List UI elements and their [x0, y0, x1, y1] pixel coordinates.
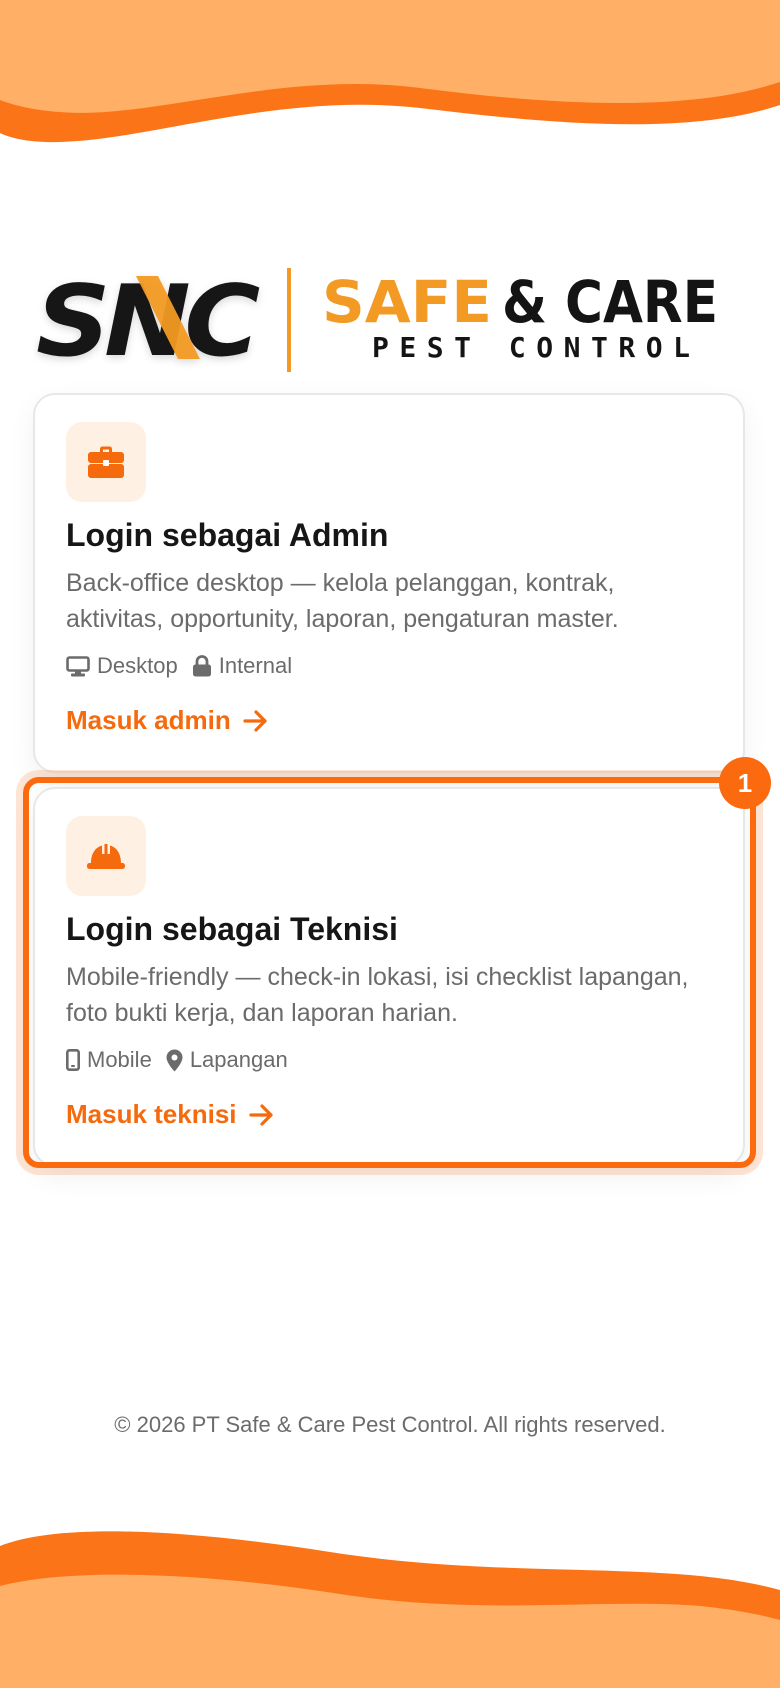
masuk-admin-label: Masuk admin: [66, 705, 231, 735]
masuk-admin-link[interactable]: Masuk admin: [66, 705, 269, 736]
admin-login-card[interactable]: Login sebagai Admin Back-office desktop …: [33, 393, 745, 773]
snc-safe-care-logo: SNC SAFE & CARE PEST CONTROL: [36, 265, 718, 377]
tag-internal-label: Internal: [218, 653, 293, 678]
admin-icon-box: [66, 422, 146, 502]
admin-card-tags: Desktop Internal: [66, 653, 306, 679]
teknisi-card-highlight: [23, 777, 756, 1168]
bottom-wave-decoration: [0, 1531, 780, 1688]
admin-card-description: Back-office desktop — kelola pelanggan, …: [66, 569, 619, 633]
tag-internal: Internal: [192, 653, 292, 679]
svg-text:SAFE: SAFE: [322, 268, 492, 336]
tag-desktop: Desktop: [66, 653, 178, 679]
top-wave-decoration: [0, 0, 780, 143]
lock-icon: [192, 655, 211, 677]
arrow-right-icon: [243, 709, 267, 732]
desktop-icon: [66, 655, 90, 676]
highlight-number-badge: 1: [719, 757, 771, 809]
svg-text:& CARE: & CARE: [502, 268, 718, 336]
tag-desktop-label: Desktop: [97, 653, 178, 678]
briefcase-icon: [88, 446, 124, 478]
admin-card-title: Login sebagai Admin: [66, 517, 389, 553]
footer-copyright: © 2026 PT Safe & Care Pest Control. All …: [114, 1412, 666, 1437]
